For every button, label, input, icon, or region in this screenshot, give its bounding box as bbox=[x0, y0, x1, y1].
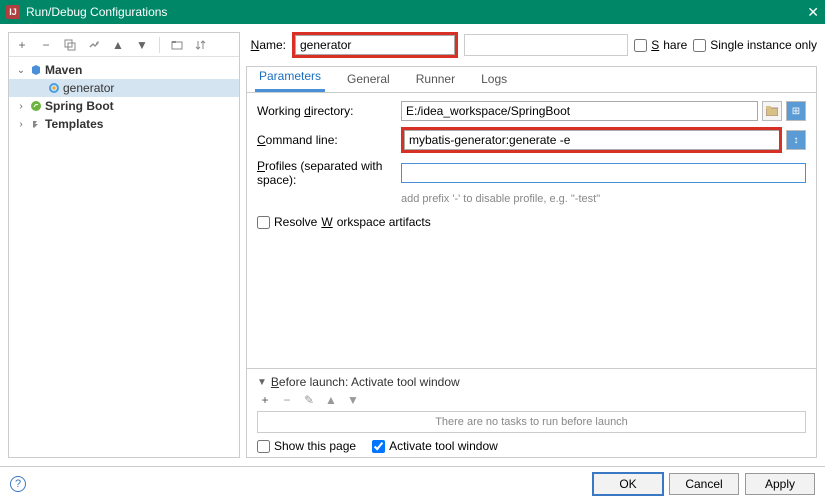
name-input[interactable] bbox=[295, 35, 455, 55]
tree-label: generator bbox=[63, 81, 114, 95]
show-this-page-checkbox[interactable]: Show this page bbox=[257, 439, 356, 453]
tree-arrow-icon: › bbox=[15, 101, 27, 112]
cancel-button[interactable]: Cancel bbox=[669, 473, 739, 495]
profiles-label: Profiles (separated with space): bbox=[257, 159, 397, 187]
tree-item-templates[interactable]: › Templates bbox=[9, 115, 239, 133]
name-input-highlight bbox=[292, 32, 458, 58]
tabs: Parameters General Runner Logs bbox=[247, 67, 816, 93]
name-extra-field[interactable] bbox=[464, 34, 628, 56]
tree-item-generator[interactable]: generator bbox=[9, 79, 239, 97]
chevron-down-icon: ▼ bbox=[257, 377, 267, 388]
expand-command-button[interactable]: ↕ bbox=[786, 130, 806, 150]
command-line-highlight bbox=[401, 127, 782, 153]
before-launch-section: ▼ Before launch: Activate tool window + … bbox=[247, 368, 816, 457]
settings-button[interactable] bbox=[85, 36, 103, 54]
copy-config-button[interactable] bbox=[61, 36, 79, 54]
window-title: Run/Debug Configurations bbox=[26, 5, 167, 19]
bl-up-button[interactable]: ▲ bbox=[323, 393, 339, 407]
sort-button[interactable] bbox=[192, 36, 210, 54]
tree-arrow-icon: › bbox=[15, 119, 27, 130]
help-button[interactable]: ? bbox=[10, 476, 26, 492]
footer: ? OK Cancel Apply bbox=[0, 466, 825, 500]
config-tree: ⌄ Maven generator › Spring Boot › Templates bbox=[9, 57, 239, 457]
bl-remove-button[interactable]: − bbox=[279, 393, 295, 407]
config-toolbar: + − ▲ ▼ bbox=[9, 33, 239, 57]
maven-icon bbox=[29, 63, 43, 77]
remove-config-button[interactable]: − bbox=[37, 36, 55, 54]
tab-general[interactable]: General bbox=[343, 68, 394, 92]
template-icon bbox=[29, 117, 43, 131]
tree-label: Maven bbox=[45, 63, 82, 77]
tree-item-spring-boot[interactable]: › Spring Boot bbox=[9, 97, 239, 115]
mvn2-icon bbox=[47, 81, 61, 95]
insert-path-button[interactable]: ⊞ bbox=[786, 101, 806, 121]
working-dir-input[interactable] bbox=[401, 101, 758, 121]
config-list-panel: + − ▲ ▼ ⌄ Maven generator › Spring Boot › Temp… bbox=[8, 32, 240, 458]
tree-arrow-icon: ⌄ bbox=[15, 65, 27, 76]
name-label: Name: bbox=[246, 38, 286, 52]
profiles-hint: add prefix '-' to disable profile, e.g. … bbox=[257, 193, 806, 205]
app-icon: IJ bbox=[6, 5, 20, 19]
tab-logs[interactable]: Logs bbox=[477, 68, 511, 92]
bl-down-button[interactable]: ▼ bbox=[345, 393, 361, 407]
working-dir-label: Working directory: bbox=[257, 104, 397, 118]
close-icon[interactable]: ✕ bbox=[807, 4, 819, 21]
tab-parameters[interactable]: Parameters bbox=[255, 66, 325, 92]
folder-button[interactable] bbox=[168, 36, 186, 54]
config-main-panel: Parameters General Runner Logs Working dire… bbox=[246, 66, 817, 458]
move-down-button[interactable]: ▼ bbox=[133, 36, 151, 54]
tab-runner[interactable]: Runner bbox=[412, 68, 459, 92]
before-launch-tasks: There are no tasks to run before launch bbox=[257, 411, 806, 433]
spring-icon bbox=[29, 99, 43, 113]
browse-folder-button[interactable] bbox=[762, 101, 782, 121]
tree-label: Templates bbox=[45, 117, 103, 131]
move-up-button[interactable]: ▲ bbox=[109, 36, 127, 54]
apply-button[interactable]: Apply bbox=[745, 473, 815, 495]
ok-button[interactable]: OK bbox=[593, 473, 663, 495]
resolve-workspace-checkbox[interactable]: Resolve Workspace artifacts bbox=[257, 215, 431, 229]
titlebar: IJ Run/Debug Configurations ✕ bbox=[0, 0, 825, 24]
add-config-button[interactable]: + bbox=[13, 36, 31, 54]
tree-label: Spring Boot bbox=[45, 99, 114, 113]
share-checkbox[interactable]: SSharehare bbox=[634, 38, 687, 52]
command-line-label: Command line: bbox=[257, 133, 397, 147]
bl-add-button[interactable]: + bbox=[257, 393, 273, 407]
before-launch-header[interactable]: ▼ Before launch: Activate tool window bbox=[257, 375, 806, 389]
bl-edit-button[interactable]: ✎ bbox=[301, 393, 317, 407]
single-instance-checkbox[interactable]: Single instance only bbox=[693, 38, 817, 52]
profiles-input[interactable] bbox=[401, 163, 806, 183]
activate-tool-window-checkbox[interactable]: Activate tool window bbox=[372, 439, 498, 453]
tree-item-maven[interactable]: ⌄ Maven bbox=[9, 61, 239, 79]
command-line-input[interactable] bbox=[404, 130, 779, 150]
